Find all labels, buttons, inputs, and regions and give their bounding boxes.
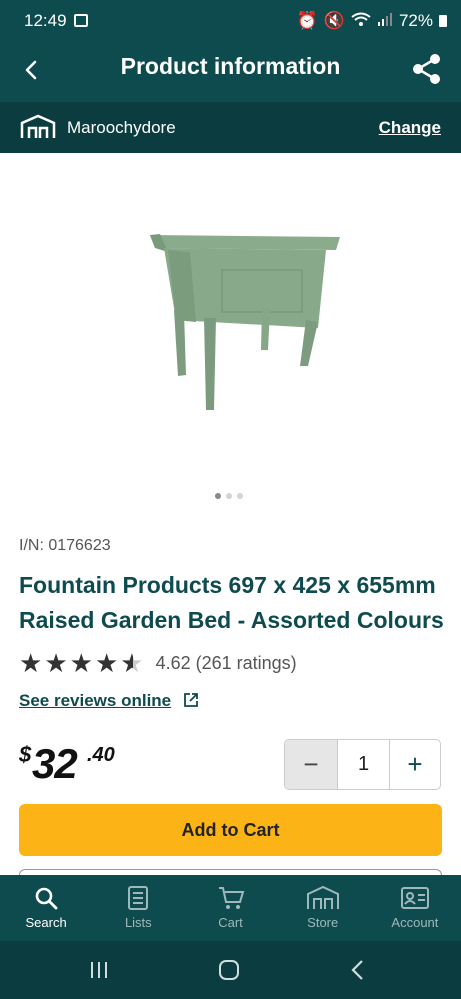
bottom-nav: Search Lists Cart Store Account — [0, 875, 461, 941]
mute-icon: 🔇 — [323, 11, 345, 30]
app-header: Product information — [0, 42, 461, 102]
star-icon: ★ — [69, 648, 93, 678]
search-icon — [33, 885, 59, 915]
rating-text: 4.62 (261 ratings) — [155, 652, 297, 673]
product-rating: ★ ★ ★ ★ ★ 4.62 (261 ratings) — [19, 650, 297, 676]
image-pager — [215, 493, 243, 499]
nav-label: Search — [25, 915, 67, 930]
pager-dot[interactable] — [215, 493, 221, 499]
store-bar: Maroochydore Change — [0, 102, 461, 153]
product-title: Fountain Products 697 x 425 x 655mm Rais… — [19, 572, 444, 633]
store-icon — [306, 885, 340, 915]
pager-dot[interactable] — [226, 493, 232, 499]
item-number: I/N: 0176623 — [19, 537, 111, 554]
share-button[interactable] — [411, 52, 443, 86]
decrease-quantity-button[interactable]: − — [285, 740, 337, 789]
status-bar: 12:49 ⏰ 🔇 72% — [0, 0, 461, 42]
quantity-value[interactable]: 1 — [337, 740, 390, 789]
star-icon: ★ — [44, 648, 68, 678]
store-name: Maroochydore — [67, 118, 176, 137]
star-icon: ★ — [19, 648, 43, 678]
battery-level: 72% — [398, 11, 433, 30]
price-currency: $ — [19, 742, 32, 767]
change-store-link[interactable]: Change — [379, 118, 441, 138]
alarm-icon: ⏰ — [296, 11, 318, 30]
nav-label: Store — [307, 915, 339, 930]
price-cents: .40 — [87, 744, 115, 766]
product-image[interactable] — [130, 210, 350, 420]
nav-search[interactable]: Search — [0, 875, 92, 941]
list-icon — [127, 885, 149, 915]
gallery-notification-icon — [74, 14, 88, 27]
nav-cart[interactable]: Cart — [184, 875, 276, 941]
half-star-icon: ★ — [120, 648, 144, 678]
pager-dot[interactable] — [237, 493, 243, 499]
status-time: 12:49 — [24, 11, 67, 30]
cart-icon — [217, 885, 245, 915]
signal-icon — [377, 11, 393, 31]
account-icon — [400, 885, 430, 915]
nav-store[interactable]: Store — [277, 875, 369, 941]
nav-lists[interactable]: Lists — [92, 875, 184, 941]
wifi-icon — [351, 11, 371, 31]
system-back-button[interactable] — [348, 959, 368, 986]
price-dollars: 32 — [32, 740, 78, 787]
recent-apps-icon — [91, 962, 107, 978]
external-link-icon[interactable] — [184, 693, 198, 707]
system-back-icon — [351, 960, 363, 980]
see-reviews-link[interactable]: See reviews online — [19, 691, 171, 711]
nav-account[interactable]: Account — [369, 875, 461, 941]
share-icon — [413, 54, 440, 84]
star-icon: ★ — [94, 648, 119, 678]
status-icons: ⏰ 🔇 72% — [297, 11, 447, 31]
nav-label: Cart — [218, 915, 243, 930]
battery-icon — [439, 15, 447, 27]
system-nav-bar — [0, 941, 461, 999]
rating-stars: ★ ★ ★ ★ ★ — [19, 650, 144, 676]
home-button[interactable] — [217, 959, 241, 986]
quantity-stepper: − 1 + — [284, 739, 441, 790]
store-icon — [20, 114, 56, 145]
add-to-cart-button[interactable]: Add to Cart — [19, 804, 442, 856]
nav-label: Lists — [124, 915, 152, 930]
recent-apps-button[interactable] — [88, 959, 110, 986]
nav-label: Account — [391, 915, 439, 930]
home-icon — [219, 960, 239, 980]
page-title: Product information — [120, 53, 341, 79]
increase-quantity-button[interactable]: + — [390, 740, 440, 789]
